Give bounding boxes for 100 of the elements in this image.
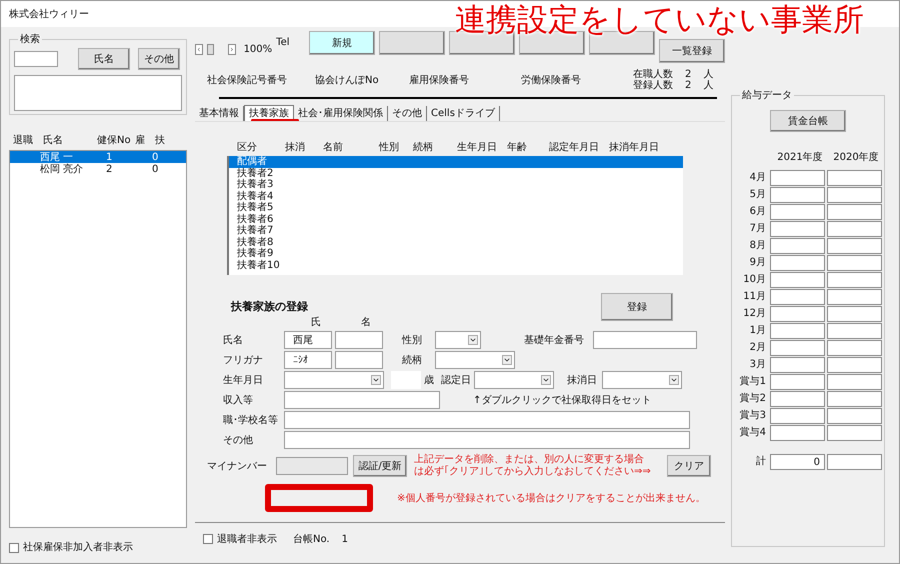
school-field[interactable] xyxy=(284,411,690,429)
scroll-right-icon[interactable] xyxy=(228,44,236,54)
toolbar-button[interactable]: 新規 xyxy=(309,31,375,55)
other-field[interactable] xyxy=(284,431,690,449)
salary-field[interactable] xyxy=(770,220,825,236)
salary-field[interactable] xyxy=(827,390,882,406)
field-label: その他 xyxy=(223,434,254,448)
given-kana-field[interactable] xyxy=(335,351,383,369)
section-title: 扶養家族の登録 xyxy=(231,298,309,315)
tab[interactable]: 扶養家族 xyxy=(244,105,294,121)
search-button[interactable]: 氏名 xyxy=(78,48,130,70)
pension-number-field[interactable] xyxy=(593,331,697,349)
salary-field[interactable] xyxy=(770,340,825,356)
zoom-level: 100% xyxy=(244,42,272,56)
salary-field[interactable] xyxy=(827,408,882,424)
ledger-label: 台帳No. xyxy=(293,532,330,546)
salary-field[interactable] xyxy=(827,220,882,236)
salary-field[interactable] xyxy=(770,374,825,390)
salary-field[interactable] xyxy=(827,356,882,372)
salary-field[interactable] xyxy=(770,170,825,186)
surname-kana-field[interactable]: ﾆｼｵ xyxy=(284,351,332,369)
wage-ledger-button[interactable]: 賃金台帳 xyxy=(770,110,846,132)
employee-row[interactable]: 西尾 一 1 0 xyxy=(10,151,186,163)
scroll-left-icon[interactable] xyxy=(195,44,203,54)
salary-field[interactable] xyxy=(770,254,825,270)
toolbar-button[interactable] xyxy=(379,31,445,55)
field-label: 認定日 xyxy=(441,374,471,388)
salary-field[interactable] xyxy=(770,272,825,288)
warning-text: 上記データを削除、または、別の人に変更する場合 xyxy=(414,454,644,466)
dependent-row[interactable]: 扶養者7 xyxy=(229,225,683,236)
salary-field[interactable] xyxy=(827,374,882,390)
field-label: 生年月日 xyxy=(223,374,264,388)
column-header: 性別 xyxy=(379,140,400,155)
salary-field[interactable] xyxy=(827,322,882,338)
salary-field[interactable] xyxy=(770,390,825,406)
field-label: 氏名 xyxy=(223,334,244,348)
salary-field[interactable] xyxy=(827,288,882,304)
salary-field[interactable] xyxy=(770,186,825,202)
income-field[interactable] xyxy=(284,391,440,409)
month-label: 8月 xyxy=(748,239,767,253)
auth-button[interactable]: 認証/更新 xyxy=(353,455,407,477)
salary-field[interactable] xyxy=(827,238,882,254)
salary-field[interactable] xyxy=(770,356,825,372)
field-label: 職･学校名等 xyxy=(223,414,279,428)
salary-field[interactable] xyxy=(770,408,825,424)
month-label: 賞与2 xyxy=(738,392,767,406)
certified-date-dropdown[interactable] xyxy=(474,371,554,389)
column-header: 続柄 xyxy=(413,140,434,155)
year-header: 2021年度 xyxy=(776,150,824,165)
salary-field[interactable] xyxy=(827,272,882,288)
count-label: 登録人数 xyxy=(633,80,673,91)
total-field[interactable] xyxy=(827,454,882,470)
gender-dropdown[interactable] xyxy=(435,331,481,349)
field-label: フリガナ xyxy=(223,354,264,368)
given-name-field[interactable] xyxy=(335,331,383,349)
scroll-thumb[interactable] xyxy=(206,44,214,54)
salary-field[interactable] xyxy=(770,238,825,254)
salary-field[interactable] xyxy=(770,288,825,304)
month-label: 9月 xyxy=(748,256,767,270)
salary-field[interactable] xyxy=(827,340,882,356)
salary-field[interactable] xyxy=(770,306,825,322)
dependent-row[interactable]: 扶養者9 xyxy=(229,248,683,260)
salary-field[interactable] xyxy=(827,306,882,322)
dependent-row[interactable]: 扶養者8 xyxy=(229,236,683,248)
salary-field[interactable] xyxy=(827,186,882,202)
checkbox[interactable] xyxy=(203,534,213,544)
salary-field[interactable] xyxy=(770,424,825,440)
clear-button[interactable]: クリア xyxy=(667,455,711,477)
toolbar-button[interactable]: 一覧登録 xyxy=(659,39,725,63)
salary-field[interactable] xyxy=(827,424,882,440)
dependent-row[interactable]: 扶養者4 xyxy=(229,190,683,202)
salary-field[interactable] xyxy=(827,204,882,220)
employee-row[interactable]: 松岡 亮介 2 0 xyxy=(10,163,186,175)
salary-field[interactable] xyxy=(827,254,882,270)
dependent-row[interactable]: 扶養者2 xyxy=(229,168,683,179)
month-label: 12月 xyxy=(742,307,767,321)
total-field[interactable]: 0 xyxy=(770,454,825,470)
warning-text: は必ず｢クリア｣してから入力しなおしてください⇒⇒ xyxy=(414,466,651,478)
column-header: 退職 xyxy=(13,134,34,148)
count-unit: 人 xyxy=(703,69,714,80)
checkbox[interactable] xyxy=(9,542,19,552)
search-button[interactable]: その他 xyxy=(138,48,180,70)
salary-field[interactable] xyxy=(770,322,825,338)
dependent-row[interactable]: 扶養者5 xyxy=(229,202,683,214)
removal-date-dropdown[interactable] xyxy=(602,371,682,389)
salary-field[interactable] xyxy=(770,204,825,220)
checkbox-label: 退職者非表示 xyxy=(217,532,277,546)
field-label: 名 xyxy=(360,316,372,330)
surname-field[interactable]: 西尾 xyxy=(284,331,332,349)
dependent-row[interactable]: 配偶者 xyxy=(229,156,683,168)
dependent-row[interactable]: 扶養者10 xyxy=(229,260,683,271)
search-field[interactable] xyxy=(14,51,58,67)
dependent-row[interactable]: 扶養者6 xyxy=(229,214,683,225)
birth-date-dropdown[interactable] xyxy=(284,371,384,389)
hint-text: ↑ダブルクリックで社保取得日をセット xyxy=(473,394,652,408)
dependent-row[interactable]: 扶養者3 xyxy=(229,179,683,190)
register-button[interactable]: 登録 xyxy=(601,293,673,321)
relation-dropdown[interactable] xyxy=(435,351,515,369)
salary-field[interactable] xyxy=(827,170,882,186)
field-label: 収入等 xyxy=(223,394,254,408)
